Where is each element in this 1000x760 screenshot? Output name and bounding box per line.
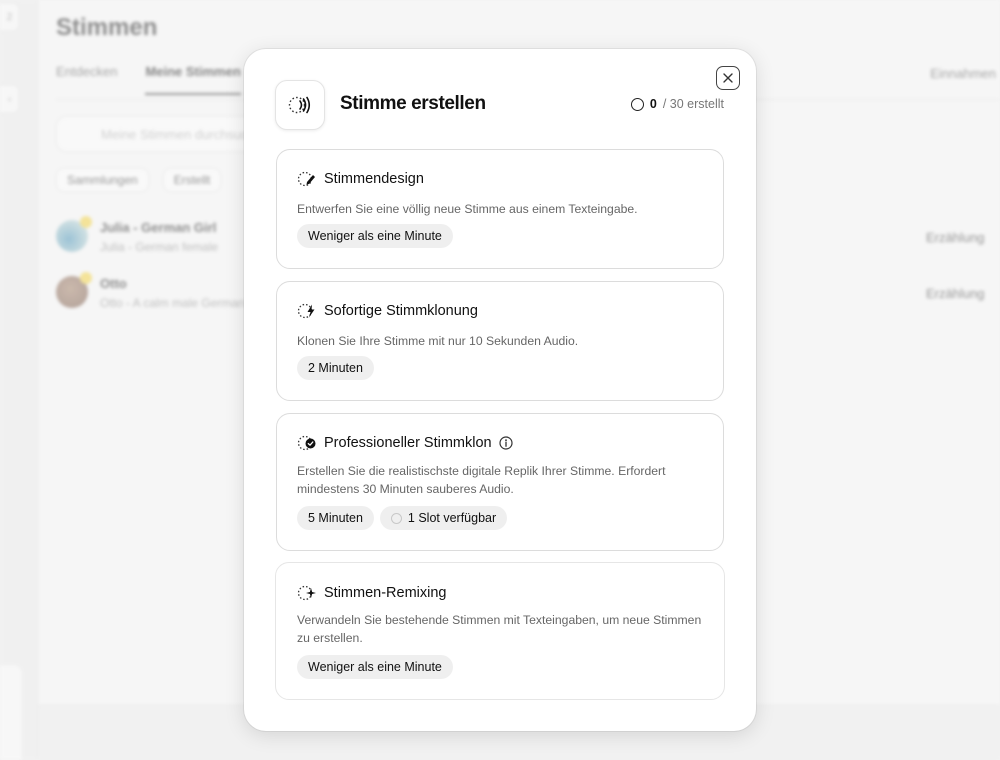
option-title-text: Stimmen-Remixing [324,585,447,601]
dialog-title: Stimme erstellen [340,93,486,114]
duration-chip: Weniger als eine Minute [297,224,453,248]
option-title: Professioneller Stimmklon [297,435,513,451]
option-chips: Weniger als eine Minute [297,655,453,679]
close-button[interactable] [716,66,740,90]
option-professional-voice-clone[interactable]: Professioneller Stimmklon Erstellen Sie … [276,413,724,551]
option-description: Erstellen Sie die realistischste digital… [297,464,666,496]
option-voice-remixing[interactable]: Stimmen-Remixing Verwandeln Sie bestehen… [275,562,725,700]
lightning-icon [297,303,315,319]
counter-used: 0 [649,97,657,111]
progress-ring-icon [630,97,644,111]
option-title-text: Sofortige Stimmklonung [324,303,478,319]
option-voice-design[interactable]: Stimmendesign Entwerfen Sie eine völlig … [276,149,724,269]
option-description: Klonen Sie Ihre Stimme mit nur 10 Sekund… [297,334,579,348]
badge-check-icon [297,435,316,451]
duration-chip: Weniger als eine Minute [297,655,453,679]
option-description: Verwandeln Sie bestehende Stimmen mit Te… [297,613,702,645]
create-voice-dialog: Stimme erstellen 0 / 30 erstellt Stimmen… [244,49,756,731]
voice-wave-icon [275,80,325,130]
option-chips: 2 Minuten [297,356,374,380]
info-icon[interactable] [499,436,513,450]
slot-ring-icon [390,512,402,524]
option-title-text: Stimmendesign [324,171,424,187]
option-instant-voice-cloning[interactable]: Sofortige Stimmklonung Klonen Sie Ihre S… [276,281,724,401]
option-title: Stimmendesign [297,171,424,187]
option-chips: 5 Minuten 1 Slot verfügbar [297,506,508,530]
option-chips: Weniger als eine Minute [297,224,453,248]
duration-chip: 2 Minuten [297,356,374,380]
pen-sparkle-icon [297,171,315,187]
option-title-text: Professioneller Stimmklon [324,435,492,451]
counter-rest: / 30 erstellt [662,97,724,111]
voice-counter: 0 / 30 erstellt [630,97,724,111]
duration-chip: 5 Minuten [297,506,374,530]
sparkle-icon [297,585,316,601]
close-icon [723,73,733,83]
slot-chip-text: 1 Slot verfügbar [407,511,497,525]
option-description: Entwerfen Sie eine völlig neue Stimme au… [297,202,638,216]
slot-chip: 1 Slot verfügbar [379,506,508,530]
option-title: Stimmen-Remixing [297,585,446,601]
option-title: Sofortige Stimmklonung [297,303,478,319]
